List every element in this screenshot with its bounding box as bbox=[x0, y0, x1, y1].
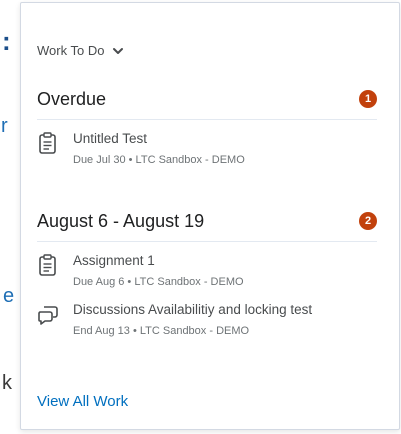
widget-title-toggle[interactable]: Work To Do bbox=[37, 43, 124, 58]
item-title: Discussions Availabilitiy and locking te… bbox=[73, 302, 313, 317]
section-date-range: August 6 - August 19 2 Assignment 1 Due … bbox=[37, 207, 377, 340]
item-meta: Due Aug 6 • LTC Sandbox - DEMO bbox=[73, 276, 244, 288]
work-to-do-widget: Work To Do Overdue 1 Untitled Test Due J… bbox=[20, 2, 400, 430]
background-text-fragment: r bbox=[1, 115, 8, 137]
section-overdue: Overdue 1 Untitled Test Due Jul 30 • LTC… bbox=[37, 85, 377, 169]
chevron-down-icon bbox=[113, 47, 124, 54]
item-meta: Due Jul 30 • LTC Sandbox - DEMO bbox=[73, 154, 245, 166]
section-header: Overdue 1 bbox=[37, 85, 377, 120]
discussion-icon bbox=[38, 306, 58, 325]
widget-title: Work To Do bbox=[37, 43, 105, 58]
background-text-fragment: : bbox=[2, 26, 11, 56]
section-header: August 6 - August 19 2 bbox=[37, 207, 377, 242]
list-item[interactable]: Assignment 1 Due Aug 6 • LTC Sandbox - D… bbox=[37, 252, 377, 291]
background-page-edge: : r e k bbox=[0, 0, 20, 434]
section-title: Overdue bbox=[37, 88, 107, 109]
background-text-fragment: e bbox=[3, 285, 15, 307]
section-title: August 6 - August 19 bbox=[37, 210, 205, 231]
item-title: Assignment 1 bbox=[73, 253, 155, 268]
count-badge: 1 bbox=[359, 90, 377, 108]
assignment-icon bbox=[39, 254, 56, 276]
item-meta: End Aug 13 • LTC Sandbox - DEMO bbox=[73, 325, 250, 337]
count-badge: 2 bbox=[359, 212, 377, 230]
quiz-icon bbox=[39, 132, 56, 154]
view-all-work-link[interactable]: View All Work bbox=[37, 393, 128, 410]
item-title: Untitled Test bbox=[73, 131, 148, 146]
list-item[interactable]: Untitled Test Due Jul 30 • LTC Sandbox -… bbox=[37, 130, 377, 169]
background-text-fragment: k bbox=[2, 372, 12, 394]
list-item[interactable]: Discussions Availabilitiy and locking te… bbox=[37, 301, 377, 340]
